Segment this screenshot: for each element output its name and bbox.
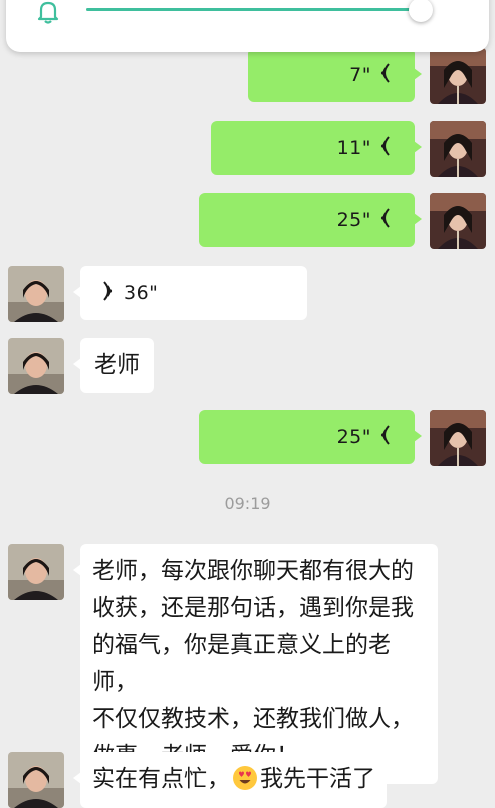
message-text-line: 的福气，你是真正意义上的老师， (92, 632, 391, 695)
contact-avatar[interactable] (8, 266, 64, 322)
volume-slider-track[interactable] (86, 8, 424, 11)
my-avatar[interactable] (430, 193, 486, 249)
chat-area[interactable]: 7" 11" 25" 36" 老师 25" 09:19 老师，每次跟你聊天都有很… (0, 0, 495, 808)
message-text: 老师 (94, 352, 140, 378)
voice-duration: 25" (336, 209, 371, 231)
message-text-line: 老师，每次跟你聊天都有很大的 (92, 558, 414, 584)
message-text: 我先干活了 (260, 766, 375, 792)
voice-message-bubble[interactable]: 36" (73, 266, 307, 320)
smiling-face-with-heart-eyes-icon (232, 765, 258, 791)
voice-wave-icon (377, 424, 393, 451)
voice-wave-icon (377, 207, 393, 234)
message-text-line: 不仅仅教技术，还教我们做人， (92, 706, 414, 732)
voice-wave-icon (100, 280, 116, 307)
voice-message-bubble[interactable]: 11" (211, 121, 422, 175)
voice-message-bubble[interactable]: 25" (199, 193, 422, 247)
voice-wave-icon (377, 135, 393, 162)
contact-avatar[interactable] (8, 544, 64, 600)
voice-duration: 11" (336, 137, 371, 159)
my-avatar[interactable] (430, 121, 486, 177)
voice-message-bubble[interactable]: 25" (199, 410, 422, 464)
voice-message-bubble[interactable]: 7" (248, 48, 422, 102)
contact-avatar[interactable] (8, 752, 64, 808)
volume-slider-fill (86, 8, 421, 11)
message-text: 实在有点忙， (92, 766, 230, 792)
volume-slider-thumb[interactable] (408, 0, 433, 22)
my-avatar[interactable] (430, 48, 486, 104)
message-text-line: 收获，还是那句话，遇到你是我 (92, 595, 414, 621)
my-avatar[interactable] (430, 410, 486, 466)
voice-wave-icon (377, 62, 393, 89)
volume-panel (6, 0, 489, 52)
voice-duration: 7" (349, 64, 371, 86)
bell-icon[interactable] (34, 0, 62, 30)
contact-avatar[interactable] (8, 338, 64, 394)
text-message-bubble[interactable]: 老师 (73, 338, 154, 393)
message-timestamp: 09:19 (224, 494, 271, 513)
voice-duration: 36" (124, 282, 159, 304)
text-message-bubble[interactable]: 实在有点忙， 我先干活了 (73, 752, 387, 808)
text-message-bubble[interactable]: 老师，每次跟你聊天都有很大的 收获，还是那句话，遇到你是我 的福气，你是真正意义… (73, 544, 438, 784)
voice-duration: 25" (336, 426, 371, 448)
